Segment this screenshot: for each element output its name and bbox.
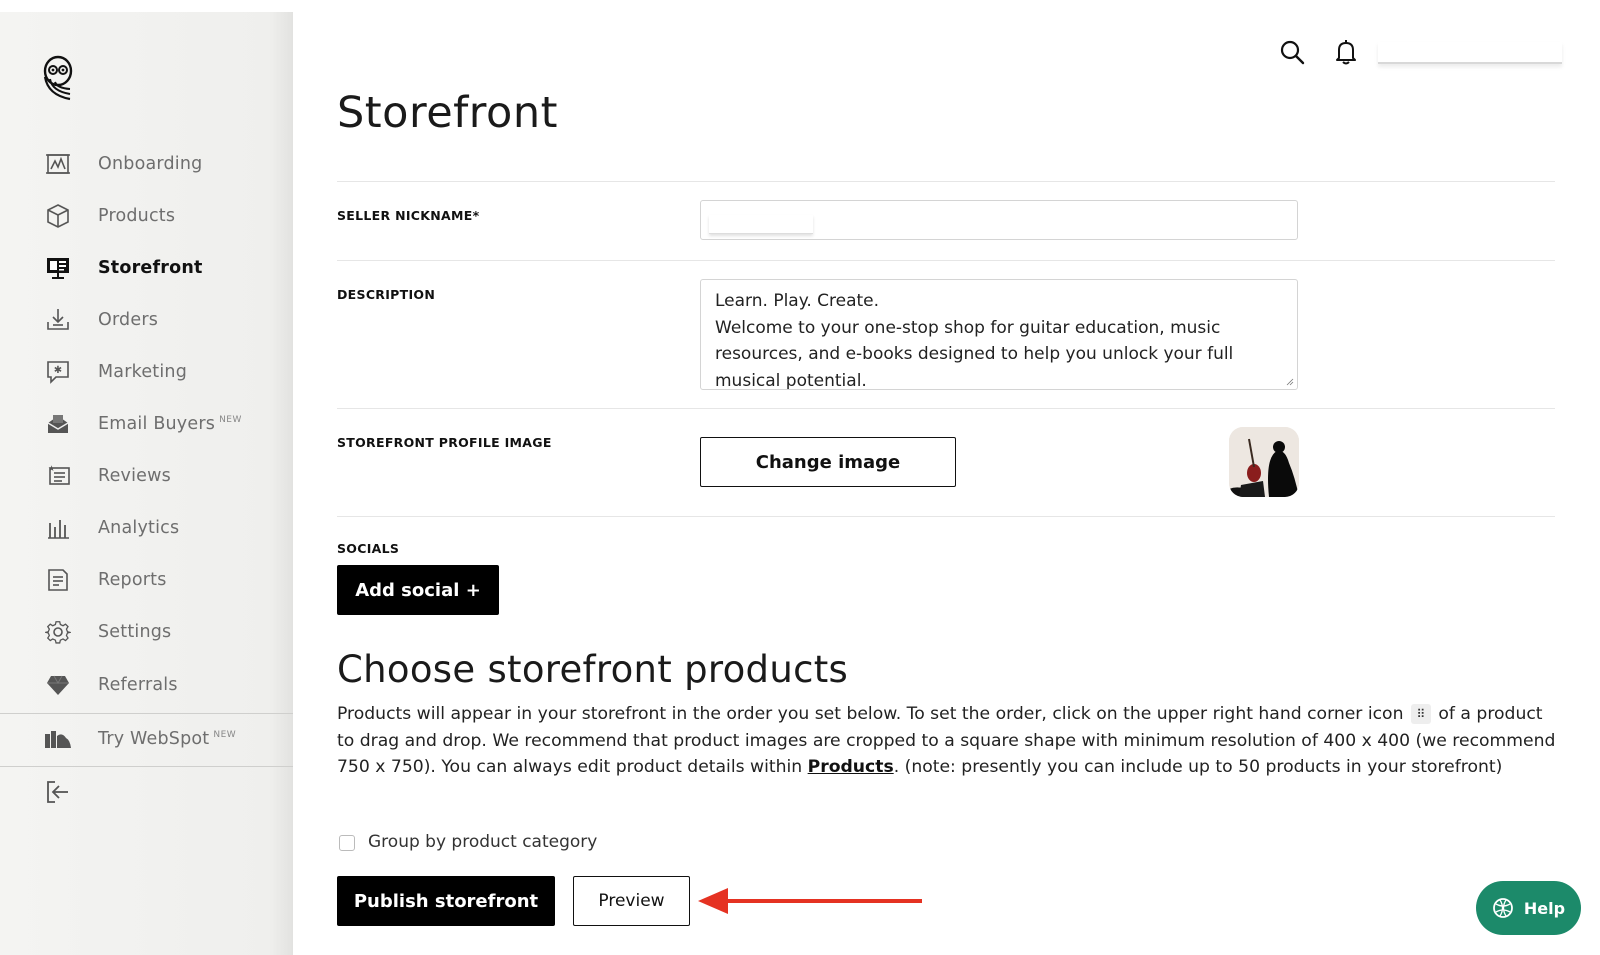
group-by-category-label[interactable]: Group by product category xyxy=(368,832,597,852)
new-badge: NEW xyxy=(219,415,242,426)
section-divider xyxy=(337,260,1555,261)
section-divider xyxy=(337,516,1555,517)
sidebar-item-label: Reviews xyxy=(98,466,171,486)
sidebar-item-label: Analytics xyxy=(98,518,180,538)
help-label: Help xyxy=(1523,898,1566,918)
gear-icon xyxy=(44,618,72,646)
group-by-category-checkbox[interactable] xyxy=(339,835,355,851)
sidebar-item-referrals[interactable]: Referrals xyxy=(0,659,293,711)
email-buyers-text: Email Buyers xyxy=(98,414,216,434)
sidebar-item-label: Marketing xyxy=(98,362,188,382)
seller-nickname-input[interactable] xyxy=(700,200,1298,240)
sidebar: Onboarding Products Storefront Orders ✱ … xyxy=(0,12,293,955)
mail-icon xyxy=(44,410,72,438)
products-link[interactable]: Products xyxy=(808,757,894,777)
new-badge: NEW xyxy=(213,730,237,741)
webspot-text: Try WebSpot xyxy=(98,729,210,749)
instructions-paragraph: Products will appear in your storefront … xyxy=(337,701,1562,781)
section-divider xyxy=(337,181,1555,182)
sidebar-item-email-buyers[interactable]: Email Buyers NEW xyxy=(0,398,293,450)
chart-board-icon xyxy=(44,150,72,178)
logout-button[interactable] xyxy=(0,766,293,818)
publish-storefront-button[interactable]: Publish storefront xyxy=(337,876,555,926)
search-icon[interactable] xyxy=(1278,38,1306,66)
description-label: DESCRIPTION xyxy=(337,287,436,302)
box-icon xyxy=(44,202,72,230)
svg-text:✱: ✱ xyxy=(54,365,62,376)
sidebar-item-onboarding[interactable]: Onboarding xyxy=(0,138,293,190)
sidebar-item-label: Onboarding xyxy=(98,154,203,174)
section-divider xyxy=(337,408,1555,409)
sidebar-item-reviews[interactable]: ★ Reviews xyxy=(0,450,293,502)
sidebar-item-label: Orders xyxy=(98,310,159,330)
download-tray-icon xyxy=(44,306,72,334)
page-title: Storefront xyxy=(337,88,558,138)
sidebar-item-analytics[interactable]: Analytics xyxy=(0,502,293,554)
bar-chart-icon xyxy=(44,514,72,542)
sidebar-item-settings[interactable]: Settings xyxy=(0,606,293,658)
storefront-icon xyxy=(44,254,72,282)
sidebar-item-orders[interactable]: Orders xyxy=(0,294,293,346)
sidebar-item-label: Storefront xyxy=(98,258,203,278)
change-image-button[interactable]: Change image xyxy=(700,437,956,487)
instructions-text-1: Products will appear in your storefront … xyxy=(337,704,1404,724)
sidebar-item-label: Settings xyxy=(98,622,172,642)
add-social-button[interactable]: Add social + xyxy=(337,565,499,615)
resize-handle-icon[interactable] xyxy=(1286,378,1294,386)
instructions-text-3: . (note: presently you can include up to… xyxy=(893,757,1503,778)
guitarist-silhouette-icon xyxy=(1229,427,1299,497)
description-textarea[interactable]: Learn. Play. Create. Welcome to your one… xyxy=(700,279,1298,390)
seller-nickname-label: SELLER NICKNAME* xyxy=(337,208,480,223)
bell-icon[interactable] xyxy=(1332,38,1360,66)
redacted-value xyxy=(709,215,813,234)
logout-icon xyxy=(44,778,72,806)
preview-button[interactable]: Preview xyxy=(573,876,690,926)
svg-text:★: ★ xyxy=(48,464,55,473)
reviews-list-icon: ★ xyxy=(44,462,72,490)
megaphone-chat-icon: ✱ xyxy=(44,358,72,386)
webspot-icon xyxy=(44,725,72,753)
sidebar-item-webspot[interactable]: Try WebSpot NEW xyxy=(0,713,293,765)
owl-logo-icon[interactable] xyxy=(42,55,74,101)
user-account-box[interactable] xyxy=(1378,42,1562,64)
report-doc-icon xyxy=(44,566,72,594)
sidebar-item-label: Email Buyers NEW xyxy=(98,414,242,434)
sidebar-item-label: Try WebSpot NEW xyxy=(98,729,236,749)
description-text: Learn. Play. Create. Welcome to your one… xyxy=(715,291,1234,390)
drag-handle-icon: ⠿ xyxy=(1410,704,1431,724)
sidebar-item-reports[interactable]: Reports xyxy=(0,554,293,606)
socials-label: SOCIALS xyxy=(337,541,400,556)
sidebar-item-storefront[interactable]: Storefront xyxy=(0,242,293,294)
sidebar-item-label: Referrals xyxy=(98,675,178,695)
profile-image-label: STOREFRONT PROFILE IMAGE xyxy=(337,435,552,450)
red-arrow-annotation-icon xyxy=(698,888,922,914)
sidebar-item-label: Reports xyxy=(98,570,167,590)
help-button[interactable]: Help xyxy=(1476,881,1581,935)
help-globe-icon xyxy=(1493,898,1513,918)
sidebar-item-products[interactable]: Products xyxy=(0,190,293,242)
heart-gem-icon xyxy=(44,671,72,699)
sidebar-item-label: Products xyxy=(98,206,176,226)
choose-products-title: Choose storefront products xyxy=(337,648,849,691)
profile-image-thumbnail xyxy=(1229,427,1299,497)
sidebar-item-marketing[interactable]: ✱ Marketing xyxy=(0,346,293,398)
